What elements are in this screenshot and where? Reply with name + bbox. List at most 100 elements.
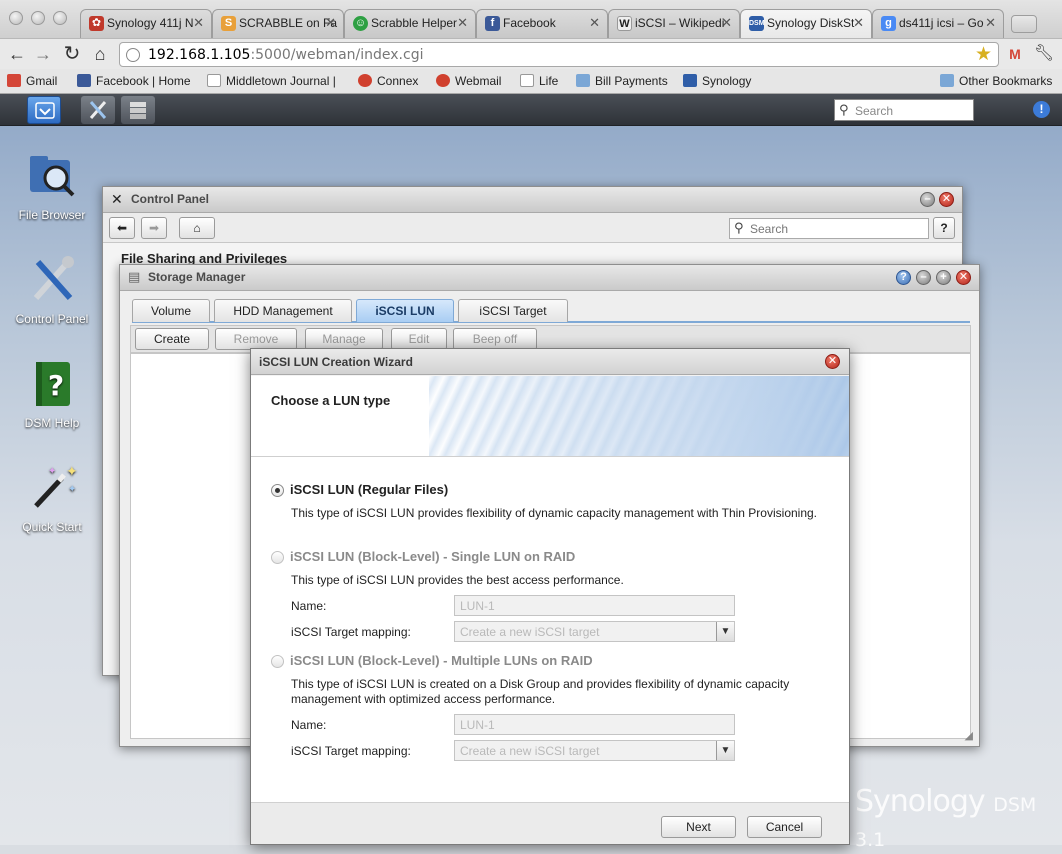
taskbar-storage-manager-button[interactable] (121, 96, 155, 124)
wizard-step-heading: Choose a LUN type (271, 393, 391, 408)
notification-icon[interactable]: ! (1033, 101, 1050, 118)
tab-close-icon[interactable]: ✕ (589, 15, 600, 31)
back-button[interactable]: ⬅ (109, 217, 135, 239)
storage-icon (130, 102, 146, 119)
multiple-luns-mapping-label: iSCSI Target mapping: (291, 744, 411, 758)
home-icon[interactable]: ⌂ (88, 42, 112, 66)
gmail-extension-icon[interactable]: M (1003, 42, 1027, 66)
tab-close-icon[interactable]: ✕ (721, 15, 732, 31)
control-panel-titlebar[interactable]: ✕ Control Panel – ✕ (103, 187, 962, 213)
browser-toolbar: ← → ↻ ⌂ 192.168.1.105:5000/webman/index.… (0, 38, 1062, 69)
wizard-titlebar[interactable]: iSCSI LUN Creation Wizard ✕ (251, 349, 849, 375)
webmail-icon (436, 74, 450, 87)
remove-button[interactable]: Remove (215, 328, 297, 350)
forward-arrow-icon[interactable]: → (31, 42, 55, 66)
taskbar-control-panel-button[interactable] (81, 96, 115, 124)
control-panel-search-input[interactable]: ⚲ Search (729, 218, 929, 239)
back-arrow-icon[interactable]: ← (5, 42, 29, 66)
window-close-button[interactable] (9, 11, 23, 25)
back-arrow-icon: ⬅ (116, 221, 128, 235)
tab-iscsi-lun[interactable]: iSCSI LUN (356, 299, 454, 322)
search-icon: ⚲ (734, 220, 744, 235)
browser-tab[interactable]: S SCRABBLE on Fa ✕ (212, 9, 344, 38)
window-minimize-button[interactable] (31, 11, 45, 25)
bookmark-synology[interactable]: Synology (683, 74, 751, 88)
maximize-icon[interactable]: + (936, 270, 951, 285)
storage-manager-titlebar[interactable]: ▤ Storage Manager ? – + ✕ (120, 265, 979, 291)
home-button[interactable]: ⌂ (179, 217, 215, 239)
option-regular-files-label[interactable]: iSCSI LUN (Regular Files) (290, 482, 448, 497)
option-single-lun-label[interactable]: iSCSI LUN (Block-Level) - Single LUN on … (290, 549, 575, 564)
bookmark-facebook[interactable]: Facebook | Home (77, 74, 191, 88)
tab-volume[interactable]: Volume (132, 299, 210, 322)
single-lun-mapping-label: iSCSI Target mapping: (291, 625, 411, 639)
bookmark-connex[interactable]: Connex (358, 74, 418, 88)
tab-close-icon[interactable]: ✕ (457, 15, 468, 31)
page-info-icon[interactable] (126, 48, 140, 62)
taskbar-search-input[interactable]: ⚲ Search (834, 99, 974, 121)
control-panel-toolbar: ⬅ ➡ ⌂ ⚲ Search ? (103, 213, 962, 243)
bookmark-star-icon[interactable]: ★ (975, 43, 992, 66)
bookmark-webmail[interactable]: Webmail (436, 74, 501, 88)
beep-off-button[interactable]: Beep off (453, 328, 537, 350)
main-menu-button[interactable] (27, 96, 61, 124)
cancel-button[interactable]: Cancel (747, 816, 822, 838)
other-bookmarks[interactable]: Other Bookmarks (940, 74, 1052, 88)
browser-tab[interactable]: W iSCSI – Wikipedi ✕ (608, 9, 740, 38)
close-icon[interactable]: ✕ (939, 192, 954, 207)
desktop-icon-control-panel[interactable]: Control Panel (0, 254, 104, 326)
forward-arrow-icon: ➡ (148, 221, 160, 235)
minimize-icon[interactable]: – (916, 270, 931, 285)
close-icon[interactable]: ✕ (956, 270, 971, 285)
bookmark-gmail[interactable]: Gmail (7, 74, 57, 88)
resize-grip-icon[interactable]: ◢ (965, 729, 973, 742)
edit-button[interactable]: Edit (391, 328, 447, 350)
browser-tab[interactable]: ☺ Scrabble Helper ✕ (344, 9, 476, 38)
reload-icon[interactable]: ↻ (60, 42, 84, 66)
desktop-icon-file-browser[interactable]: File Browser (0, 150, 104, 222)
multiple-luns-name-field[interactable]: LUN-1 (454, 714, 735, 735)
tab-close-icon[interactable]: ✕ (853, 15, 864, 31)
radio-regular-files[interactable] (271, 484, 284, 497)
single-lun-name-field[interactable]: LUN-1 (454, 595, 735, 616)
tab-close-icon[interactable]: ✕ (985, 15, 996, 31)
window-zoom-button[interactable] (53, 11, 67, 25)
bookmark-life[interactable]: Life (520, 74, 558, 88)
create-button[interactable]: Create (135, 328, 209, 350)
forward-button[interactable]: ➡ (141, 217, 167, 239)
tab-hdd-management[interactable]: HDD Management (214, 299, 352, 322)
new-tab-button[interactable] (1011, 15, 1037, 33)
desktop-icon-dsm-help[interactable]: ? DSM Help (0, 358, 104, 430)
multiple-luns-target-mapping-select[interactable]: Create a new iSCSI target ▼ (454, 740, 735, 761)
minimize-icon[interactable]: – (920, 192, 935, 207)
close-icon[interactable]: ✕ (825, 354, 840, 369)
facebook-favicon-icon: f (485, 16, 500, 31)
bookmark-middletown-journal[interactable]: Middletown Journal | (207, 74, 336, 88)
single-lun-target-mapping-select[interactable]: Create a new iSCSI target ▼ (454, 621, 735, 642)
manage-button[interactable]: Manage (305, 328, 383, 350)
browser-tab[interactable]: ✿ Synology 411j N ✕ (80, 9, 212, 38)
browser-tab[interactable]: f Facebook ✕ (476, 9, 608, 38)
desktop-icon-quick-start[interactable]: ✦ ✦ ✦ Quick Start (0, 462, 104, 534)
smiley-favicon-icon: ☺ (353, 16, 368, 31)
folder-icon (940, 74, 954, 87)
radio-single-lun[interactable] (271, 551, 284, 564)
help-button[interactable]: ? (933, 217, 955, 239)
wizard-banner: Choose a LUN type (251, 376, 849, 457)
address-bar[interactable]: 192.168.1.105:5000/webman/index.cgi ★ (119, 42, 999, 67)
option-multiple-luns-label[interactable]: iSCSI LUN (Block-Level) - Multiple LUNs … (290, 653, 593, 668)
tab-iscsi-target[interactable]: iSCSI Target (458, 299, 568, 322)
wizard-body: iSCSI LUN (Regular Files) This type of i… (251, 457, 849, 802)
help-book-icon: ? (26, 358, 78, 410)
page-icon (520, 74, 534, 87)
help-icon[interactable]: ? (896, 270, 911, 285)
browser-tab-active[interactable]: DSM Synology DiskSt ✕ (740, 9, 872, 38)
wrench-menu-icon[interactable]: 🔧︎ (1032, 42, 1056, 66)
tab-close-icon[interactable]: ✕ (325, 15, 336, 31)
browser-tab[interactable]: g ds411j icsi – Go ✕ (872, 9, 1004, 38)
tab-close-icon[interactable]: ✕ (193, 15, 204, 31)
radio-multiple-luns[interactable] (271, 655, 284, 668)
bookmark-bill-payments[interactable]: Bill Payments (576, 74, 668, 88)
browser-titlebar: ✿ Synology 411j N ✕ S SCRABBLE on Fa ✕ ☺… (0, 0, 1062, 38)
next-button[interactable]: Next (661, 816, 736, 838)
